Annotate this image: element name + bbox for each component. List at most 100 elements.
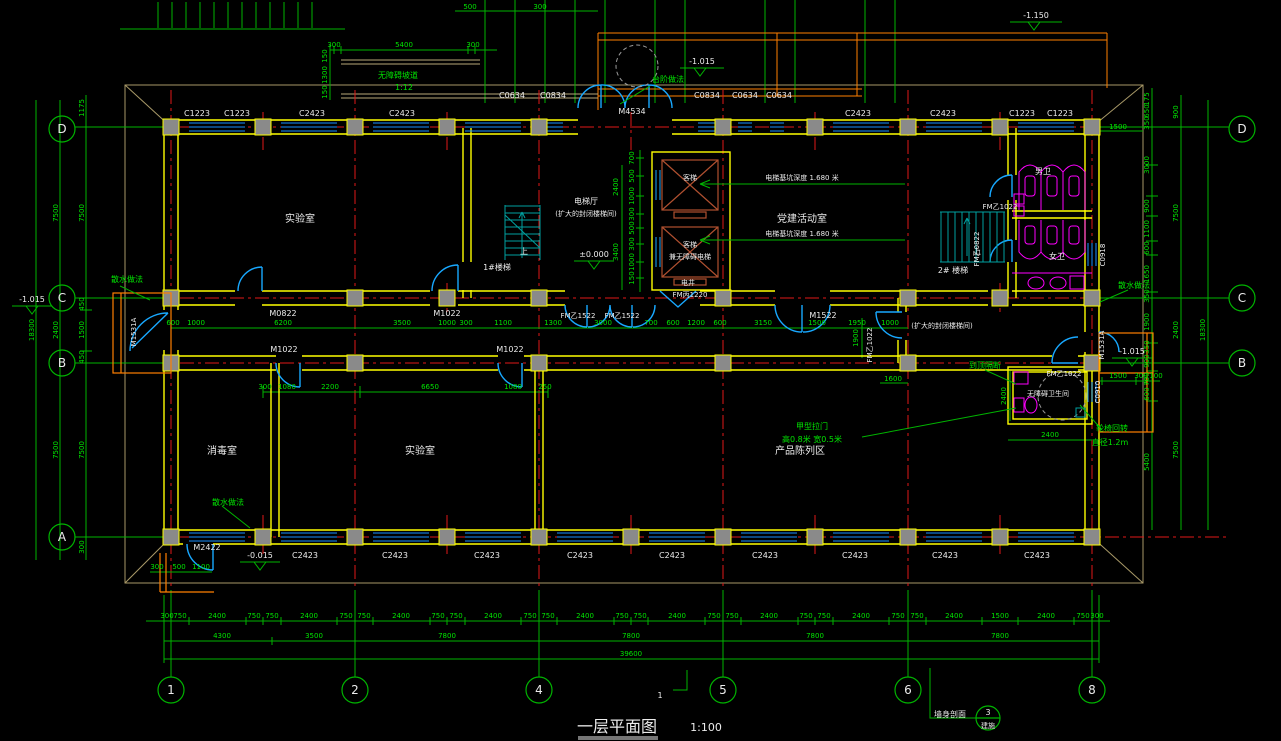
dim: 750 xyxy=(1076,612,1089,620)
dim: 4300 xyxy=(213,632,231,640)
callout-sheet: 建施 xyxy=(981,721,995,730)
dim: 1300 xyxy=(544,319,562,327)
dim: 1000 xyxy=(187,319,205,327)
room-lab-upper: 实验室 xyxy=(285,212,315,225)
dim: 750 xyxy=(891,612,904,620)
grid-row-c-right: C xyxy=(1238,291,1246,305)
window-code: C2423 xyxy=(292,551,318,560)
dim: 750 xyxy=(799,612,812,620)
window-code: C2423 xyxy=(659,551,685,560)
window-code: C2423 xyxy=(932,551,958,560)
window-code: C2423 xyxy=(567,551,593,560)
dim: 6200 xyxy=(274,319,292,327)
grid-row-d: D xyxy=(57,122,66,136)
dim: 500 xyxy=(628,169,636,182)
dim: 3150 xyxy=(754,319,772,327)
entrance-canopy xyxy=(598,33,1107,110)
dim: 1300 xyxy=(321,66,329,84)
cad-canvas[interactable]: 1 2 4 5 6 8 D C B A D C B 实验室 电梯厅 (扩大的封闭… xyxy=(0,0,1281,741)
dim: 2400 xyxy=(1172,321,1180,339)
window-code: C2423 xyxy=(842,551,868,560)
dim: 600 xyxy=(166,319,179,327)
dim: 600 xyxy=(666,319,679,327)
dim: 1100 xyxy=(494,319,512,327)
room-elev-hall-note: (扩大的封闭楼梯间) xyxy=(555,209,617,218)
dim-total: 18300 xyxy=(1199,319,1207,341)
door-code: M2422 xyxy=(193,543,220,552)
grid-col-6: 6 xyxy=(904,683,912,697)
dim: 300 xyxy=(258,383,271,391)
dim: 250 xyxy=(538,383,551,391)
room-stair1: 1#楼梯 xyxy=(483,262,511,272)
dim: 3000 xyxy=(1143,156,1151,174)
room-lab-lower: 实验室 xyxy=(405,444,435,457)
dim: 2400 xyxy=(1000,387,1008,405)
dim: 750 xyxy=(431,612,444,620)
window-code: C0910 xyxy=(1094,381,1102,404)
dim: 900 xyxy=(1172,105,1180,118)
window-code: C0634 xyxy=(499,91,525,100)
door-code-entrance: M4534 xyxy=(618,107,645,116)
room-male-wc: 男卫 xyxy=(1035,167,1051,176)
window-code: C2423 xyxy=(930,109,956,118)
room-display: 产品陈列区 xyxy=(775,444,825,457)
stair2-note: (扩大的封闭楼梯间) xyxy=(911,321,973,330)
window-code: C0834 xyxy=(694,91,720,100)
level-value: -1.015 xyxy=(19,295,45,304)
dim: 1500 xyxy=(1109,372,1127,380)
dim: 1000 xyxy=(881,319,899,327)
dim: 1900 xyxy=(852,329,860,347)
dim: 750 xyxy=(707,612,720,620)
window-code: C2423 xyxy=(389,109,415,118)
dim: 3500 xyxy=(393,319,411,327)
dim: 150 xyxy=(321,49,329,62)
dim: 300 xyxy=(628,207,636,220)
dim: 700 xyxy=(628,151,636,164)
dim: 2400 xyxy=(392,612,410,620)
ramp-slope: 1:12 xyxy=(395,83,413,92)
dim: 7500 xyxy=(78,204,86,222)
grid-col-1: 1 xyxy=(167,683,175,697)
section-mark: 1 xyxy=(657,691,662,700)
dim: 7500 xyxy=(52,204,60,222)
window-code: C1223 xyxy=(1009,109,1035,118)
dim: 750 xyxy=(725,612,738,620)
dim: 7500 xyxy=(78,441,86,459)
title-underline xyxy=(578,737,658,739)
dim: 3400 xyxy=(612,243,620,261)
dim: 1080 xyxy=(504,383,522,391)
dim: 750 xyxy=(247,612,260,620)
wheelchair-dia: 直径1.2m xyxy=(1092,437,1129,447)
dim: 7500 xyxy=(1172,204,1180,222)
dim: 3500 xyxy=(305,632,323,640)
window-code: C1223 xyxy=(1047,109,1073,118)
level-value: -0.015 xyxy=(247,551,273,560)
level-value: -1.150 xyxy=(1023,11,1049,20)
dim: 1200 xyxy=(687,319,705,327)
grid-row-a: A xyxy=(58,530,67,544)
apron-note: 散水做法 xyxy=(212,497,244,507)
dim: 5400 xyxy=(395,41,413,49)
dim: 750 xyxy=(357,612,370,620)
dim: 350 xyxy=(1143,340,1151,353)
dim: 600 xyxy=(1143,387,1151,400)
dim: 1650 xyxy=(1143,265,1151,283)
dim: 350 xyxy=(1143,289,1151,302)
door-code: M1022 xyxy=(270,345,297,354)
window-code: C0634 xyxy=(732,91,758,100)
dim: 300 xyxy=(466,41,479,49)
window-code: C1223 xyxy=(224,109,250,118)
dim: 2400 xyxy=(668,612,686,620)
grid-row-b: B xyxy=(58,356,66,370)
dim: 2400 xyxy=(208,612,226,620)
dim: 2400 xyxy=(52,321,60,339)
dim: 500 xyxy=(463,3,476,11)
dim: 700 xyxy=(644,319,657,327)
room-elev-hall: 电梯厅 xyxy=(574,196,598,206)
grid-col-4: 4 xyxy=(535,683,543,697)
elev-car2-note: 兼无障碍电梯 xyxy=(669,252,711,261)
grid-row-b-right: B xyxy=(1238,356,1246,370)
dim: 2400 xyxy=(484,612,502,620)
dim: 1950 xyxy=(848,319,866,327)
room-shaft: 电井 xyxy=(681,278,695,287)
